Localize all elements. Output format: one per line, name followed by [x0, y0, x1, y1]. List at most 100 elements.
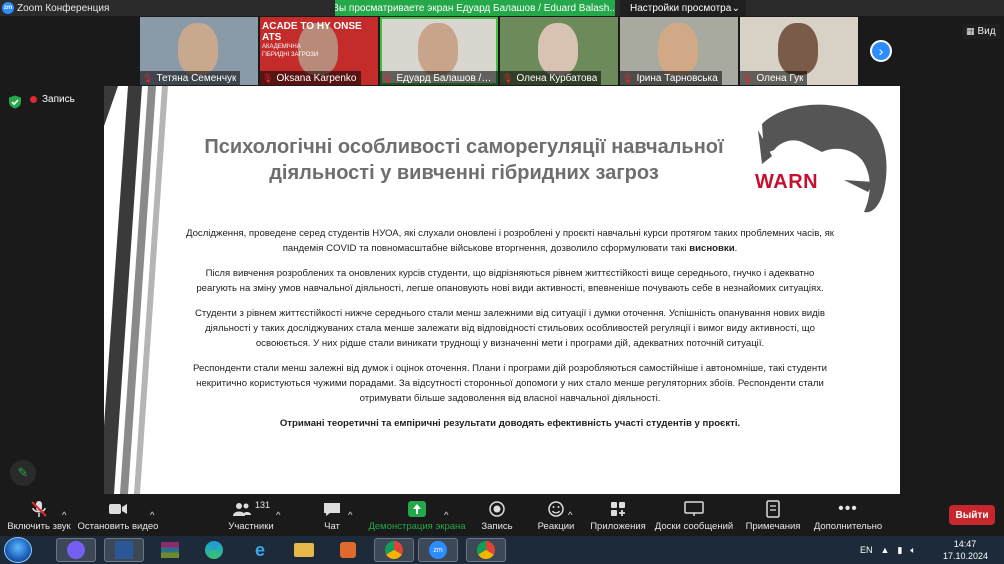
- taskbar-ie[interactable]: e: [240, 538, 280, 562]
- network-icon[interactable]: ▮: [897, 545, 902, 556]
- meeting-toolbar: Включить звук ^ Остановить видео ^ 131 У…: [0, 495, 1004, 535]
- participant-tile[interactable]: 🎙︎Едуард Балашов / Eduard Balashov: [380, 17, 498, 85]
- participants-button[interactable]: 131 Участники: [228, 495, 274, 535]
- notes-button[interactable]: Примечания: [746, 495, 800, 535]
- whiteboards-button[interactable]: Доски сообщений: [655, 495, 733, 535]
- participant-nameplate: 🎙︎ Oksana Karpenko: [260, 71, 361, 85]
- participant-tile[interactable]: 🎙︎ Олена Курбатова: [500, 17, 618, 85]
- taskbar-media-player[interactable]: [328, 538, 368, 562]
- participant-name: Ірина Тарновська: [636, 72, 718, 84]
- start-button[interactable]: [4, 537, 32, 563]
- system-tray: EN ▲ ▮ 🔈︎: [860, 536, 916, 564]
- taskbar-zoom[interactable]: zm: [418, 538, 458, 562]
- apps-button[interactable]: Приложения: [590, 495, 646, 535]
- audio-options-caret[interactable]: ^: [62, 495, 66, 535]
- video-camera-icon: [109, 504, 127, 514]
- slide-title: Психологічні особливості саморегуляції н…: [174, 134, 754, 186]
- taskbar-chrome-1[interactable]: [374, 538, 414, 562]
- participant-name: Oksana Karpenko: [276, 72, 357, 84]
- volume-icon[interactable]: 🔈︎: [910, 545, 915, 556]
- tray-expand-icon[interactable]: ▲: [881, 545, 890, 555]
- stop-video-label: Остановить видео: [77, 521, 159, 532]
- video-options-caret[interactable]: ^: [150, 495, 154, 535]
- taskbar-edge[interactable]: [194, 538, 234, 562]
- view-options-button[interactable]: Настройки просмотра ⌄: [620, 0, 746, 16]
- share-options-caret[interactable]: ^: [444, 495, 448, 535]
- language-indicator[interactable]: EN: [860, 545, 873, 555]
- zoom-logo-icon: zm: [2, 2, 14, 14]
- taskbar-word[interactable]: [104, 538, 144, 562]
- security-shield-icon[interactable]: [8, 95, 22, 109]
- chat-label: Чат: [324, 521, 340, 532]
- view-options-label: Настройки просмотра: [630, 2, 732, 14]
- participant-tile[interactable]: ACADE TO HY ONSE ATS АКАДЕМІЧНА ГІБРИДНІ …: [260, 17, 378, 85]
- participant-name: Едуард Балашов / Eduard Balashov: [396, 72, 494, 84]
- slide-title-line-2: діяльності у вивченні гібридних загроз: [269, 162, 659, 184]
- p1-bold: висновки: [689, 243, 735, 254]
- leave-meeting-button[interactable]: Выйти: [949, 505, 995, 525]
- stop-video-button[interactable]: Остановить видео: [77, 495, 159, 535]
- participant-name: Олена Курбатова: [516, 72, 598, 84]
- chat-bubble-icon: [324, 503, 340, 516]
- record-button[interactable]: Запись: [480, 495, 514, 535]
- clock-time: 14:47: [953, 539, 977, 549]
- slide-paragraph-1: Дослідження, проведене серед студентів Н…: [184, 226, 836, 256]
- edge-icon: [205, 541, 223, 559]
- participants-options-caret[interactable]: ^: [276, 495, 280, 535]
- warn-logo-text: WARN: [755, 171, 819, 193]
- unmute-button[interactable]: Включить звук: [7, 495, 71, 535]
- grid-icon: ▦: [966, 26, 975, 36]
- participant-tile[interactable]: 🎙︎ Олена Гук: [740, 17, 858, 85]
- recording-indicator[interactable]: Запись: [30, 94, 75, 105]
- share-screen-button[interactable]: Демонстрация экрана: [368, 495, 466, 535]
- recording-label: Запись: [42, 94, 75, 105]
- chrome-icon: [385, 541, 403, 559]
- taskbar-winrar[interactable]: [150, 538, 190, 562]
- mic-muted-icon: 🎙︎: [382, 72, 394, 83]
- mic-muted-icon: 🎙︎: [262, 72, 274, 83]
- chat-button[interactable]: Чат: [320, 495, 344, 535]
- notes-icon: [766, 500, 780, 518]
- annotate-pen-button[interactable]: ✎: [10, 460, 36, 486]
- share-banner: Вы просматриваете экран Едуард Балашов /…: [335, 0, 615, 16]
- winrar-icon: [161, 542, 179, 558]
- participant-name: Тетяна Семенчук: [156, 72, 237, 84]
- mic-muted-icon: [31, 501, 47, 517]
- folder-icon: [294, 543, 314, 557]
- internet-explorer-icon: e: [254, 539, 265, 560]
- participant-video: [778, 23, 818, 75]
- mic-muted-icon: 🎙︎: [622, 72, 634, 83]
- taskbar-chrome-2[interactable]: [466, 538, 506, 562]
- more-dots-icon: •••: [838, 500, 858, 517]
- taskbar-viber[interactable]: [56, 538, 96, 562]
- participant-tile[interactable]: 🎙︎ Ірина Тарновська: [620, 17, 738, 85]
- slide-body: Дослідження, проведене серед студентів Н…: [184, 226, 836, 441]
- view-button[interactable]: ▦ Вид: [962, 24, 1000, 39]
- slide-paragraph-4: Респонденти стали менш залежні від думок…: [193, 363, 827, 404]
- warn-helmet-logo-icon: [758, 104, 887, 213]
- p5-bold: Отримані теоретичні та емпіричні результ…: [279, 418, 741, 429]
- chevron-down-icon: ⌄: [731, 2, 740, 14]
- participants-count: 131: [254, 500, 271, 510]
- view-button-label: Вид: [977, 26, 996, 37]
- participant-video: [658, 23, 698, 75]
- more-button[interactable]: ••• Дополнительно: [814, 495, 882, 535]
- mic-muted-icon: 🎙︎: [142, 72, 154, 83]
- reactions-options-caret[interactable]: ^: [568, 495, 572, 535]
- participant-tile[interactable]: 🎙︎ Тетяна Семенчук: [140, 17, 258, 85]
- chrome-icon: [477, 541, 495, 559]
- taskbar-explorer[interactable]: [284, 538, 324, 562]
- pen-icon: ✎: [17, 465, 29, 480]
- participant-name: Олена Гук: [756, 72, 804, 84]
- gallery-next-button[interactable]: ›: [870, 40, 892, 62]
- smiley-icon: [548, 501, 564, 517]
- window-title: Zoom Конференция: [17, 2, 110, 14]
- chat-options-caret[interactable]: ^: [348, 495, 352, 535]
- share-screen-icon: [408, 501, 426, 517]
- participant-nameplate: 🎙︎ Олена Курбатова: [500, 71, 602, 85]
- participant-video: [538, 23, 578, 75]
- viber-icon: [67, 541, 85, 559]
- mic-muted-icon: 🎙︎: [502, 72, 514, 83]
- record-icon: [489, 501, 505, 517]
- taskbar-clock[interactable]: 14:47 17.10.2024: [943, 538, 988, 562]
